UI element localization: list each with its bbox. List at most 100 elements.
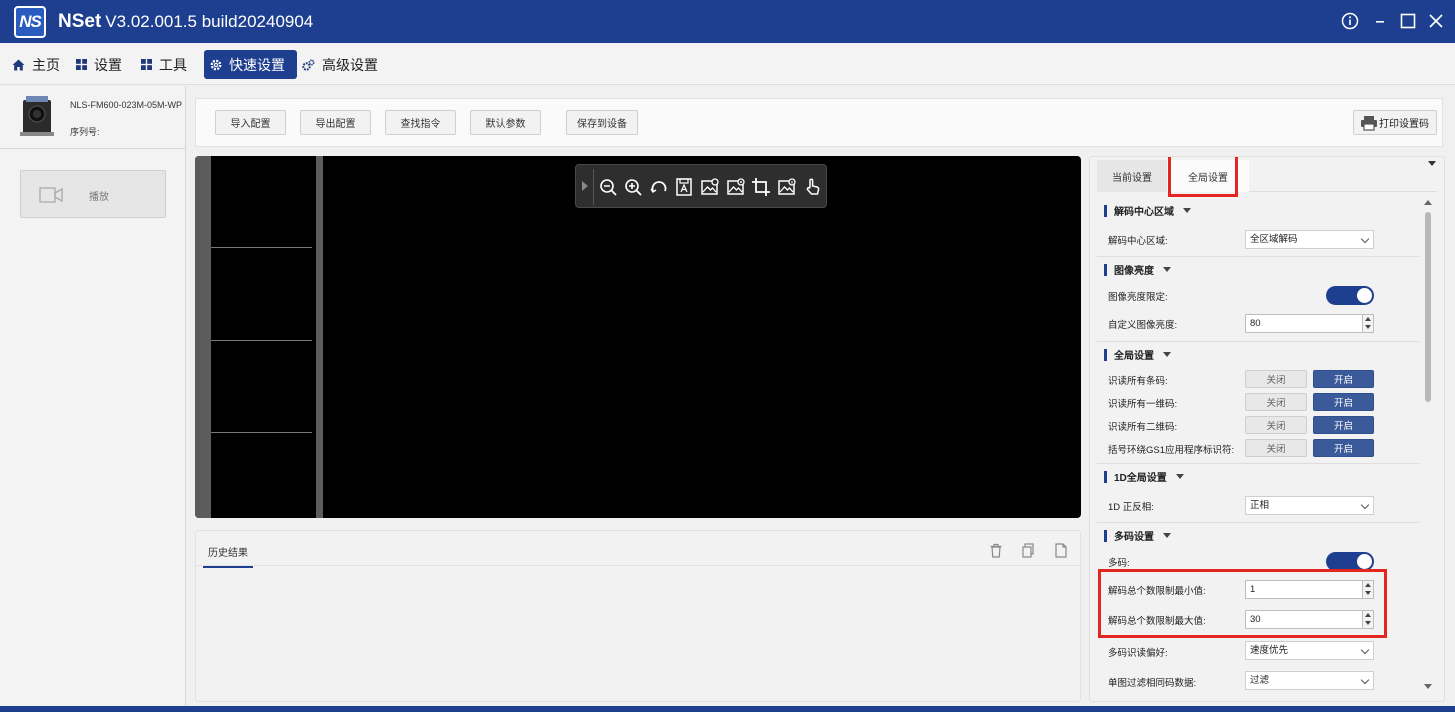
gs1-brackets-off[interactable]: 关闭 [1245,439,1307,457]
gs1-brackets-on[interactable]: 开启 [1313,439,1374,457]
decode-max-count-value: 30 [1250,614,1261,625]
brightness-limit-label: 图像亮度限定: [1108,292,1168,303]
filmstrip-separator [211,432,312,433]
section-1d-title: 1D全局设置 [1114,473,1167,484]
section-multi-title: 多码设置 [1114,532,1154,543]
default-params-button[interactable]: 默认参数 [470,110,541,135]
spin-buttons[interactable] [1362,315,1373,332]
play-label: 播放 [89,192,109,203]
title-bar: NS NSet V3.02.001.5 build20240904 [0,0,1455,43]
zoom-out-icon[interactable] [598,177,618,197]
read-all-codes-on[interactable]: 开启 [1313,370,1374,388]
dedupe-filter-label: 单图过滤相同码数据: [1108,678,1197,689]
chevron-down-icon [1360,675,1370,685]
crop-icon[interactable] [751,177,771,197]
section-global[interactable]: 全局设置 [1104,347,1171,362]
multi-read-preference-label: 多码识读偏好: [1108,648,1168,659]
decode-area-label: 解码中心区域: [1108,236,1168,247]
expand-arrow-icon[interactable] [582,181,588,191]
grid-icon [76,59,87,70]
rotate-icon[interactable] [649,177,669,197]
spin-buttons[interactable] [1362,581,1373,598]
config-toolbar: 导入配置 导出配置 查找指令 默认参数 保存到设备 打印设置码 [195,98,1443,147]
section-multi-code[interactable]: 多码设置 [1104,528,1171,543]
filmstrip-divider [316,156,323,518]
window-bottom-border [0,706,1455,712]
printer-icon [1361,116,1377,131]
app-title: NSet V3.02.001.5 build20240904 [58,11,313,33]
info-icon[interactable] [1337,8,1363,34]
image-viewer[interactable] [195,156,1081,518]
custom-brightness-value: 80 [1250,318,1261,329]
decode-area-select[interactable]: 全区域解码 [1245,230,1374,249]
dedupe-filter-select[interactable]: 过滤 [1245,671,1374,690]
tab-current-settings[interactable]: 当前设置 [1097,160,1167,192]
section-brightness-title: 图像亮度 [1114,266,1154,277]
caret-down-icon [1163,352,1171,357]
menu-advanced-settings-label: 高级设置 [322,56,378,73]
decode-max-count-spinbox[interactable]: 30 [1245,610,1374,629]
image-info-icon[interactable] [777,177,797,197]
read-all-2d-label: 识读所有二维码: [1108,422,1178,433]
image-edit-icon[interactable] [726,177,746,197]
device-serial-label: 序列号: [70,127,100,137]
document-icon[interactable] [1054,543,1068,558]
scroll-up-icon[interactable] [1424,200,1432,205]
scrollbar-thumb[interactable] [1425,212,1431,402]
1d-polarity-select[interactable]: 正相 [1245,496,1374,515]
custom-brightness-spinbox[interactable]: 80 [1245,314,1374,333]
print-settings-code-button[interactable]: 打印设置码 [1353,110,1437,135]
device-info[interactable]: NLS-FM600-023M-05M-WP 序列号: [0,86,186,149]
menu-home[interactable]: 主页 [6,50,66,79]
history-panel: 历史结果 [195,530,1081,702]
decode-max-count-label: 解码总个数限制最大值: [1108,616,1206,627]
scroll-down-icon[interactable] [1424,684,1432,689]
app-version: V3.02.001.5 build20240904 [105,12,314,31]
decode-min-count-spinbox[interactable]: 1 [1245,580,1374,599]
section-divider [1097,463,1419,464]
read-all-2d-off[interactable]: 关闭 [1245,416,1307,434]
brightness-limit-toggle[interactable] [1326,286,1374,305]
menu-tools-label: 工具 [159,56,187,73]
menu-quick-settings[interactable]: 快速设置 [204,50,297,79]
copy-icon[interactable] [1021,543,1035,558]
section-1d-global[interactable]: 1D全局设置 [1104,469,1184,484]
menu-settings[interactable]: 设置 [70,50,128,79]
settings-scrollbar[interactable] [1421,200,1433,692]
menu-advanced-settings[interactable]: 高级设置 [296,50,384,79]
section-decode-area[interactable]: 解码中心区域 [1104,203,1191,218]
spin-buttons[interactable] [1362,611,1373,628]
chevron-down-icon [1360,234,1370,244]
trash-icon[interactable] [989,543,1003,558]
gs1-brackets-label: 括号环绕GS1应用程序标识符: [1108,445,1235,456]
multi-read-preference-select[interactable]: 速度优先 [1245,641,1374,660]
tab-global-settings[interactable]: 全局设置 [1167,160,1249,192]
decode-min-count-label: 解码总个数限制最小值: [1108,586,1206,597]
hand-pointer-icon[interactable] [803,177,823,197]
read-all-codes-off[interactable]: 关闭 [1245,370,1307,388]
read-all-1d-off[interactable]: 关闭 [1245,393,1307,411]
save-image-icon[interactable] [674,177,694,197]
export-config-button[interactable]: 导出配置 [300,110,371,135]
gears-icon [302,58,315,71]
caret-down-icon [1183,208,1191,213]
find-command-button[interactable]: 查找指令 [385,110,456,135]
caret-down-icon [1163,533,1171,538]
maximize-icon[interactable] [1395,8,1421,34]
minimize-icon[interactable] [1367,8,1393,34]
decode-area-value: 全区域解码 [1250,234,1298,245]
import-config-button[interactable]: 导入配置 [215,110,286,135]
save-to-device-button[interactable]: 保存到设备 [566,110,638,135]
device-image [20,96,54,136]
multi-code-toggle[interactable] [1326,552,1374,571]
image-settings-icon[interactable] [700,177,720,197]
close-icon[interactable] [1423,8,1449,34]
read-all-1d-on[interactable]: 开启 [1313,393,1374,411]
caret-down-icon [1175,474,1184,479]
menu-tools[interactable]: 工具 [135,50,193,79]
grid-icon [141,59,152,70]
play-button[interactable]: 播放 [20,170,166,218]
read-all-2d-on[interactable]: 开启 [1313,416,1374,434]
zoom-in-icon[interactable] [623,177,643,197]
section-brightness[interactable]: 图像亮度 [1104,262,1171,277]
